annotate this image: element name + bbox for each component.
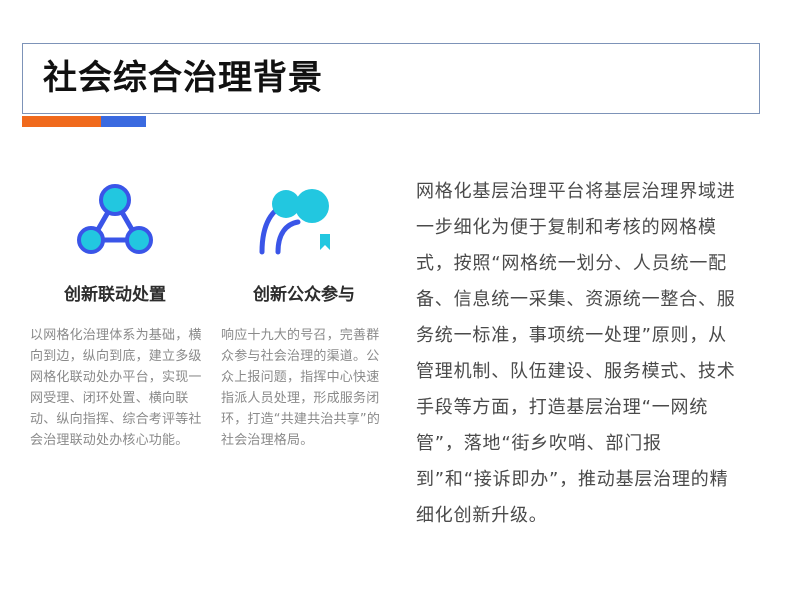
feature-heading-participation: 创新公众参与 [253,285,355,305]
title-box: 社会综合治理背景 [22,43,760,114]
page-title: 社会综合治理背景 [43,58,323,98]
background-paragraph: 网格化基层治理平台将基层治理界域进一步细化为便于复制和考核的网格模式，按照“网格… [416,181,736,526]
accent-bar-orange [22,116,101,127]
people-participation-icon [259,189,330,255]
accent-bar-blue [101,116,146,127]
feature-body-linkage: 以网格化治理体系为基础，横向到边，纵向到底，建立多级网格化联动处办平台，实现一网… [30,328,202,448]
feature-body-participation: 响应十九大的号召，完善群众参与社会治理的渠道。公众上报问题，指挥中心快速指派人员… [221,328,381,448]
network-nodes-icon [77,184,153,254]
feature-heading-linkage: 创新联动处置 [64,285,166,305]
